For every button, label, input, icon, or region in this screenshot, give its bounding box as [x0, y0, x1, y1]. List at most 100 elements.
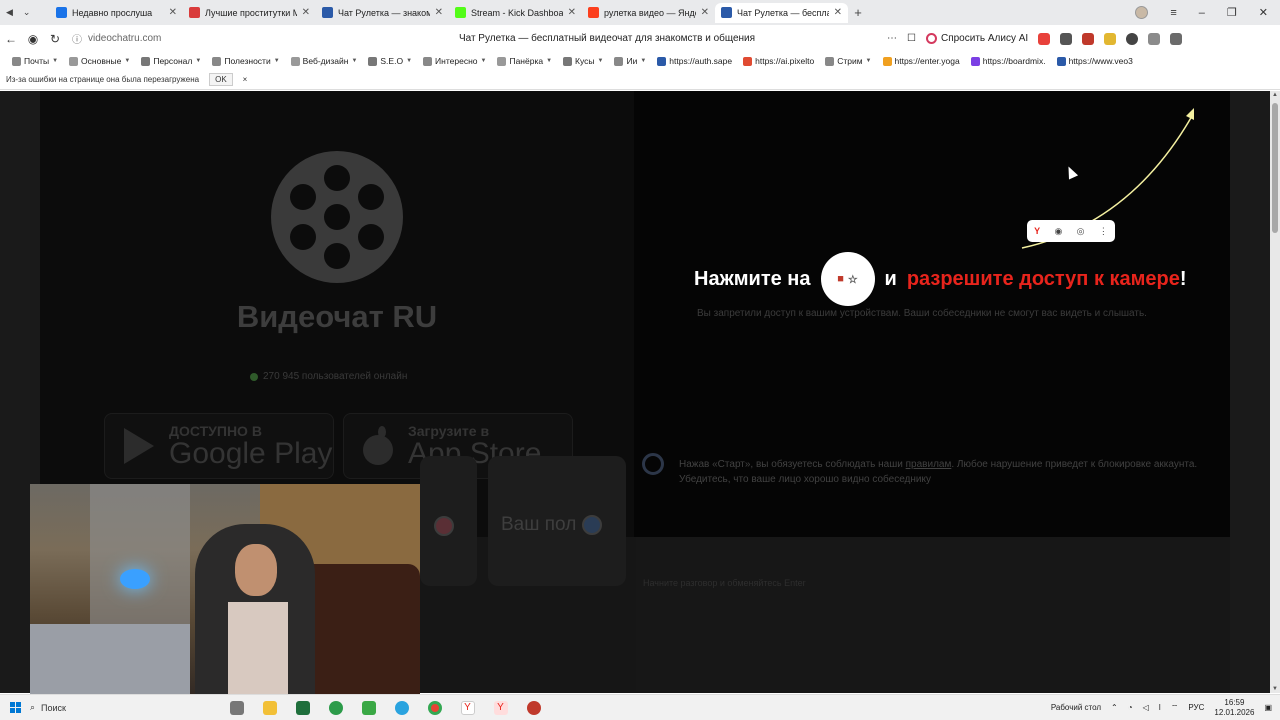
bookmark-label: Ии	[626, 56, 638, 66]
apple-icon	[363, 426, 393, 465]
app-icon[interactable]	[286, 700, 319, 715]
app-icon[interactable]	[319, 700, 352, 715]
tab-close-icon[interactable]: ✕	[302, 7, 310, 18]
app-icon[interactable]	[352, 700, 385, 715]
profile-avatar[interactable]	[1135, 6, 1149, 19]
alice-button[interactable]: Спросить Алису AI	[925, 33, 1029, 44]
tab-audio-icon[interactable]: ◀	[6, 7, 13, 18]
bookmark-link[interactable]: https://auth.sape	[653, 56, 739, 66]
rules-link[interactable]: правилам	[906, 459, 952, 470]
task-view-icon[interactable]	[220, 700, 253, 715]
scrollbar-thumb[interactable]	[1272, 103, 1278, 233]
network-icon[interactable]: ◔	[1128, 703, 1133, 712]
bookmark-favicon-icon	[657, 56, 667, 66]
browser-tab[interactable]: Лучшие проститутки Мо ✕	[183, 3, 316, 23]
mic-icon[interactable]: ǀ	[1159, 703, 1161, 712]
yandex-icon[interactable]: Y	[1034, 226, 1040, 236]
bookmark-folder[interactable]: Персонал ▼	[137, 56, 208, 66]
bookmark-folder[interactable]: Кусы ▼	[559, 56, 610, 66]
explorer-icon[interactable]	[253, 700, 286, 715]
close-window-icon[interactable]: ✕	[1259, 6, 1268, 19]
extension-icon[interactable]	[1038, 32, 1051, 45]
tab-close-icon[interactable]: ✕	[169, 7, 177, 18]
url-field[interactable]: ⓘ videochatru.com	[72, 31, 337, 46]
scroll-down-icon[interactable]: ▼	[1271, 686, 1279, 692]
bookmark-folder[interactable]: Стрим ▼	[821, 56, 878, 66]
browser-tab[interactable]: Чат Рулетка — бесплат ✕	[715, 2, 848, 23]
wifi-icon[interactable]: ⌔	[1171, 703, 1179, 713]
browser-tab[interactable]: рулетка видео — Яндекс ✕	[582, 3, 715, 23]
extensions-icon[interactable]: ◉	[22, 32, 44, 46]
extension-icon[interactable]	[1148, 32, 1161, 45]
extension-icon[interactable]	[1082, 32, 1095, 45]
bookmark-label: Полезности	[224, 56, 271, 66]
browser-tab[interactable]: Чат Рулетка — знакомс ✕	[316, 3, 449, 23]
bookmark-folder[interactable]: S.E.O ▼	[364, 56, 419, 66]
infobar-ok-button[interactable]: OK	[209, 73, 233, 86]
tab-close-icon[interactable]: ✕	[568, 7, 576, 18]
app-icon[interactable]	[517, 700, 550, 715]
chrome-icon[interactable]	[418, 700, 451, 715]
bookmark-folder[interactable]: Ии ▼	[610, 56, 653, 66]
telegram-icon[interactable]	[385, 700, 418, 715]
bookmark-link[interactable]: https://www.veo3	[1053, 56, 1140, 66]
back-icon[interactable]: ←	[0, 32, 22, 46]
minimize-icon[interactable]: –	[1199, 7, 1205, 19]
taskbar-search[interactable]: ⌕ Поиск	[30, 702, 220, 713]
bookmark-folder[interactable]: Веб-дизайн ▼	[287, 56, 365, 66]
bookmark-link[interactable]: https://enter.yoga	[879, 56, 967, 66]
bookmark-favicon-icon	[970, 56, 980, 66]
bookmark-folder[interactable]: Основные ▼	[65, 56, 137, 66]
infobar-close-icon[interactable]: ×	[243, 75, 248, 84]
desktop-label[interactable]: Рабочий стол	[1051, 703, 1101, 712]
clock[interactable]: 16:59 12.01.2026	[1214, 698, 1254, 716]
bookmark-folder[interactable]: Почты ▼	[8, 56, 65, 66]
reload-icon[interactable]: ↻	[44, 32, 66, 46]
bookmark-label: S.E.O	[380, 56, 404, 66]
tab-close-icon[interactable]: ✕	[435, 7, 443, 18]
bookmark-label: Панёрка	[509, 56, 544, 66]
yandex-browser-icon[interactable]: Y	[451, 700, 484, 715]
new-tab-button[interactable]: +	[848, 5, 868, 20]
message-input[interactable]: Начните разговор и обменяйтесь Enter	[643, 578, 806, 588]
chevron-down-icon: ▼	[406, 58, 413, 64]
site-info-icon[interactable]: ⓘ	[72, 31, 82, 46]
tab-close-icon[interactable]: ✕	[834, 7, 842, 18]
yandex-browser-icon[interactable]: Y	[484, 700, 517, 715]
scroll-up-icon[interactable]: ▲	[1271, 92, 1279, 98]
bookmark-label: https://enter.yoga	[894, 56, 960, 66]
menu-icon[interactable]: ≡	[1170, 7, 1176, 19]
downloads-icon[interactable]	[1170, 32, 1183, 45]
extension-icon[interactable]	[1060, 32, 1073, 45]
volume-icon[interactable]: ◁	[1143, 703, 1149, 712]
tray-chevron-icon[interactable]: ⌃	[1111, 703, 1118, 712]
notifications-icon[interactable]: ▣	[1264, 703, 1272, 712]
url-text: videochatru.com	[88, 33, 162, 44]
page-scrollbar[interactable]: ▲ ▼	[1270, 91, 1280, 693]
eye-icon[interactable]: ◉	[1054, 226, 1062, 237]
tab-favicon-icon	[588, 7, 599, 18]
bookmark-link[interactable]: https://boardmix.	[967, 56, 1053, 66]
popup-menu-icon[interactable]: ⋮	[1099, 226, 1108, 237]
google-play-button[interactable]: ДОСТУПНО В Google Play	[104, 413, 334, 479]
restore-icon[interactable]: ❐	[1227, 6, 1237, 19]
extension-icon[interactable]	[1126, 32, 1139, 45]
chevron-down-icon: ▼	[273, 58, 280, 64]
tab-list-chevron-icon[interactable]: ⌄	[23, 7, 31, 18]
bookmark-folder[interactable]: Панёрка ▼	[493, 56, 559, 66]
browser-tab[interactable]: Stream - Kick Dashboard ✕	[449, 3, 582, 23]
extension-icon[interactable]	[1104, 32, 1117, 45]
folder-icon	[825, 56, 835, 66]
gender-selector[interactable]: Ваш пол	[501, 514, 603, 536]
country-card[interactable]	[420, 456, 477, 586]
bookmark-folder[interactable]: Интересно ▼	[419, 56, 493, 66]
camera-icon[interactable]: ◎	[1077, 226, 1085, 237]
start-button[interactable]	[0, 702, 30, 713]
bookmark-folder[interactable]: Полезности ▼	[208, 56, 286, 66]
bookmark-link[interactable]: https://ai.pixelto	[739, 56, 821, 66]
tab-close-icon[interactable]: ✕	[701, 7, 709, 18]
browser-tab[interactable]: Недавно прослуша ✕	[50, 3, 183, 23]
more-icon[interactable]: ⋯	[887, 33, 897, 44]
bookmark-icon[interactable]: ☐	[907, 33, 916, 44]
language-indicator[interactable]: РУС	[1188, 703, 1204, 712]
